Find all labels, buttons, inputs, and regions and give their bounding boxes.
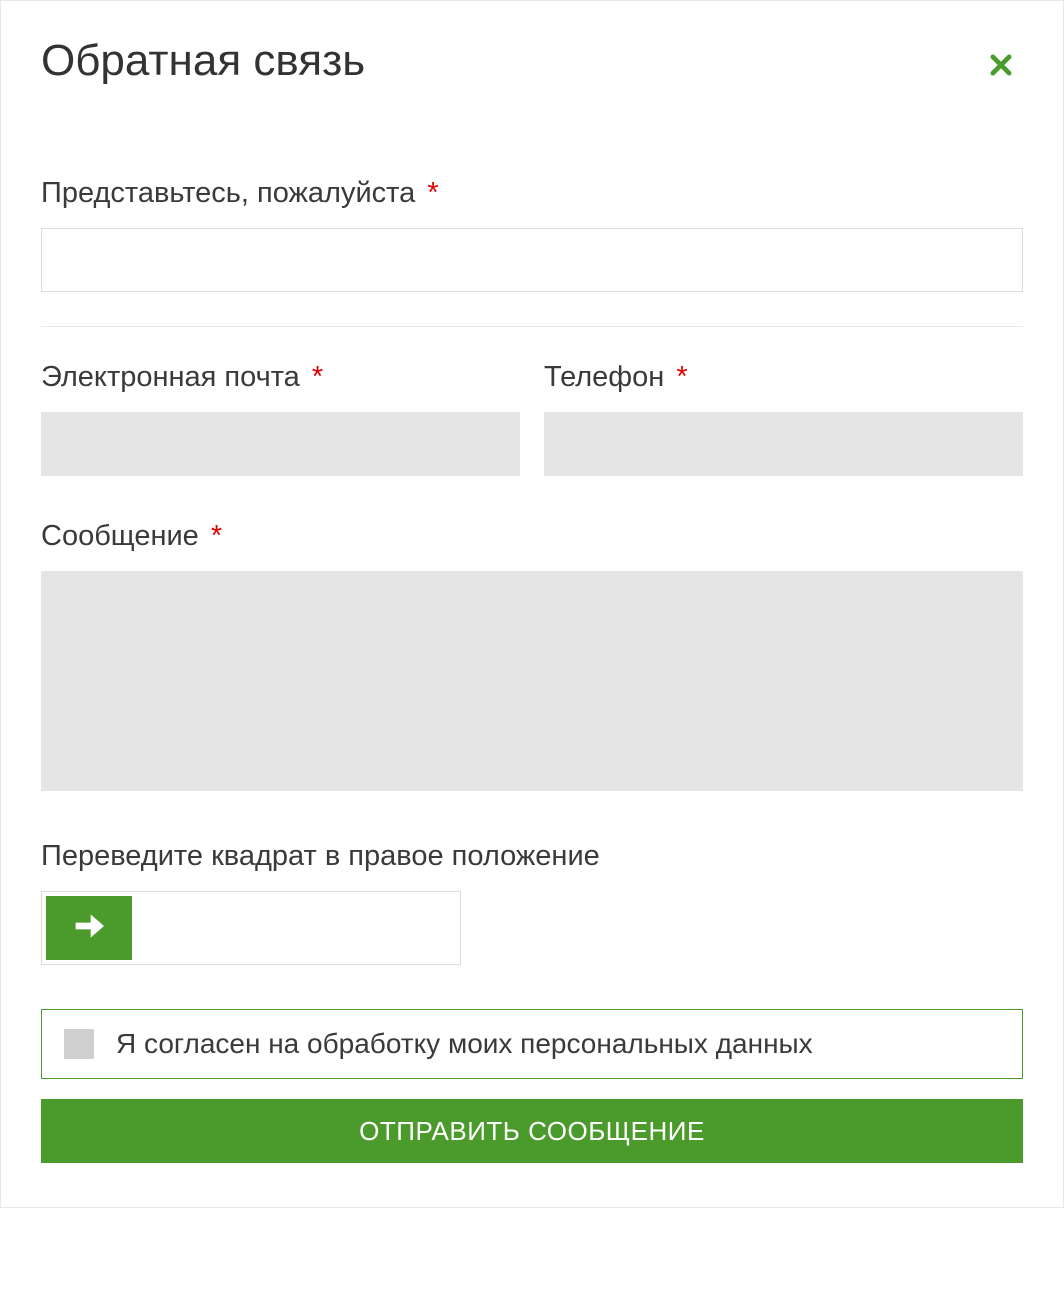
phone-label-text: Телефон (544, 361, 664, 393)
consent-text: Я согласен на обработку моих персональны… (116, 1028, 813, 1060)
submit-button[interactable]: ОТПРАВИТЬ СООБЩЕНИЕ (41, 1099, 1023, 1163)
required-mark: * (427, 177, 438, 209)
required-mark: * (211, 520, 222, 552)
consent-box: Я согласен на обработку моих персональны… (41, 1009, 1023, 1079)
phone-input[interactable] (544, 412, 1023, 476)
message-textarea[interactable] (41, 571, 1023, 791)
arrow-right-icon (69, 906, 109, 951)
consent-checkbox[interactable] (64, 1029, 94, 1059)
required-mark: * (312, 361, 323, 393)
modal-header: Обратная связь (41, 37, 1023, 87)
captcha-track[interactable] (41, 891, 461, 965)
message-label-text: Сообщение (41, 520, 199, 552)
email-label-text: Электронная почта (41, 361, 300, 393)
captcha-handle[interactable] (46, 896, 132, 960)
captcha-block: Переведите квадрат в правое положение (41, 840, 1023, 965)
phone-column: Телефон * (544, 361, 1023, 476)
message-block: Сообщение * (41, 520, 1023, 796)
name-label: Представьтесь, пожалуйста * (41, 177, 1023, 210)
email-column: Электронная почта * (41, 361, 520, 476)
feedback-modal: Обратная связь Представьтесь, пожалуйста… (0, 0, 1064, 1208)
captcha-label: Переведите квадрат в правое положение (41, 840, 1023, 873)
divider (41, 326, 1023, 327)
required-mark: * (676, 361, 687, 393)
modal-title: Обратная связь (41, 37, 365, 85)
message-label: Сообщение * (41, 520, 1023, 553)
email-label: Электронная почта * (41, 361, 520, 394)
phone-label: Телефон * (544, 361, 1023, 394)
close-button[interactable] (979, 43, 1023, 87)
email-input[interactable] (41, 412, 520, 476)
form-body: Представьтесь, пожалуйста * Электронная … (41, 177, 1023, 1163)
close-icon (987, 51, 1015, 79)
contact-row: Электронная почта * Телефон * (41, 361, 1023, 476)
name-input[interactable] (41, 228, 1023, 292)
name-label-text: Представьтесь, пожалуйста (41, 177, 415, 209)
